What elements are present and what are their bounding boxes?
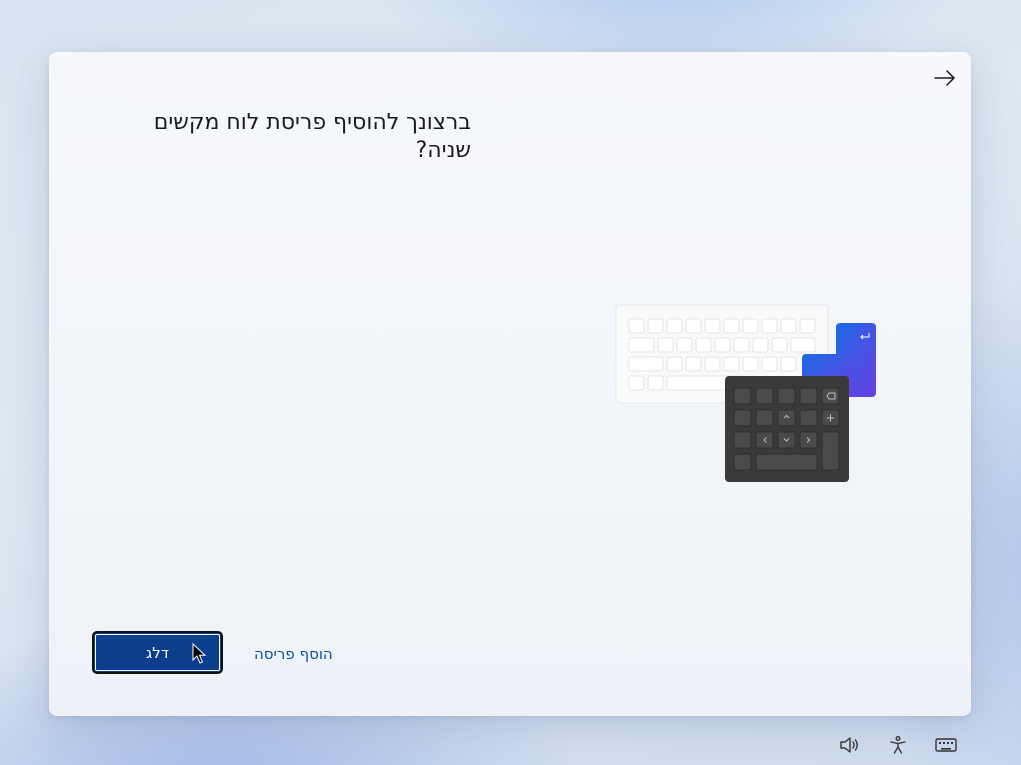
setup-card: ברצונך להוסיף פריסת לוח מקשים שניה? דלג …	[49, 52, 971, 716]
back-arrow-icon[interactable]	[933, 66, 957, 90]
accessibility-icon[interactable]	[886, 733, 910, 757]
page-title: ברצונך להוסיף פריסת לוח מקשים שניה?	[153, 110, 471, 163]
mouse-cursor-icon	[192, 643, 206, 664]
add-layout-link[interactable]: הוסף פריסה	[254, 645, 333, 663]
oobe-screen: { "dialog": { "title": "ברצונך להוסיף פר…	[0, 0, 1021, 765]
keyboard-icon[interactable]	[934, 733, 958, 757]
volume-icon[interactable]	[838, 733, 862, 757]
keyboard-illustration	[615, 304, 879, 484]
